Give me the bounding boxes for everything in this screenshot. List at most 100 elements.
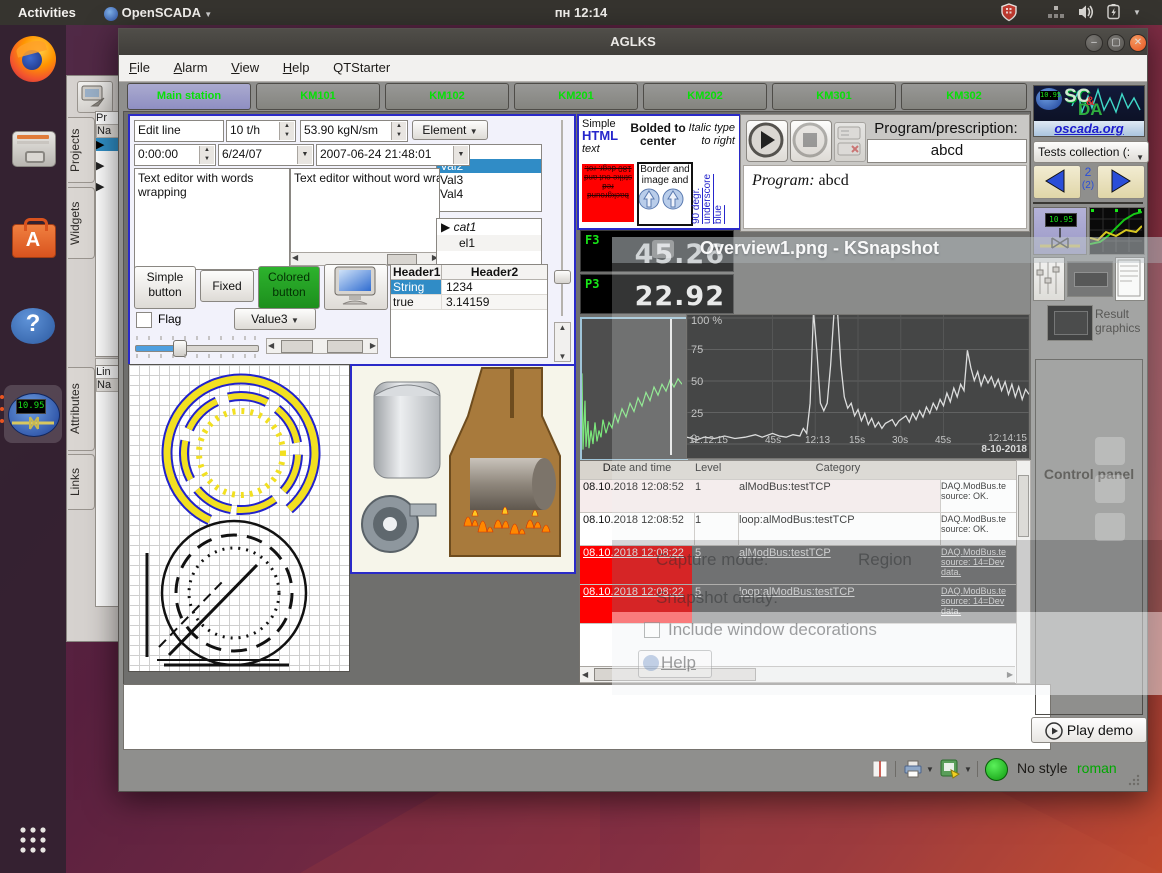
chevron-down-icon[interactable]: ▼ bbox=[1133, 0, 1141, 25]
tests-collection-combobox[interactable]: Tests collection (: ▼ bbox=[1033, 141, 1149, 163]
vector-figure-canvas[interactable] bbox=[128, 364, 350, 672]
pressure-spinbox[interactable]: 53.90 kgN/sm▲▼ bbox=[300, 120, 408, 142]
scroll-left-icon[interactable]: ◀ bbox=[292, 253, 298, 262]
ubuntu-software-icon[interactable]: A bbox=[12, 218, 54, 260]
alarm-level[interactable]: 1 bbox=[692, 480, 739, 513]
resize-grip[interactable] bbox=[1127, 773, 1141, 787]
window-titlebar[interactable]: AGLKS – ▢ ✕ bbox=[119, 29, 1147, 55]
table-cell-selected[interactable]: String bbox=[391, 280, 442, 294]
h-scrollbar[interactable]: ◀ ▶ bbox=[580, 666, 1015, 683]
v-scrollbar[interactable]: ▲ ▼ bbox=[554, 322, 571, 362]
chevron-down-icon[interactable]: ▼ bbox=[964, 765, 972, 774]
trend-small[interactable] bbox=[580, 317, 688, 461]
thumb-valve-widget[interactable]: 10.95 bbox=[1033, 207, 1087, 255]
col-header-date[interactable]: Date and time bbox=[580, 461, 695, 480]
tab-main-station[interactable]: Main station bbox=[127, 83, 251, 110]
tree-node-el1[interactable]: el1 bbox=[437, 235, 541, 251]
chevron-down-icon[interactable]: ▼ bbox=[453, 146, 468, 164]
tree-item-selected[interactable]: ▶ bbox=[96, 138, 119, 151]
slider-handle[interactable] bbox=[554, 270, 571, 284]
tree-node-cat1[interactable]: ▶ cat1 bbox=[437, 219, 541, 235]
time-spinbox[interactable]: 0:00:00▲▼ bbox=[134, 144, 216, 166]
user-status[interactable]: roman bbox=[1077, 760, 1117, 776]
scroll-left-icon[interactable]: ◀ bbox=[268, 341, 274, 350]
firefox-icon[interactable] bbox=[10, 36, 56, 82]
tab-km302[interactable]: KM302 bbox=[901, 83, 1027, 110]
play-demo-button[interactable]: Play demo bbox=[1031, 717, 1147, 743]
menu-alarm[interactable]: Alarm bbox=[164, 55, 218, 81]
app-menu[interactable]: OpenSCADA ▼ bbox=[104, 0, 212, 25]
thumb-document-widget[interactable] bbox=[1115, 257, 1145, 301]
oscada-logo[interactable]: 10.95 SC & DA oscada.org bbox=[1033, 85, 1145, 137]
date-combobox[interactable]: 6/24/07▼ bbox=[218, 144, 314, 166]
security-shield-icon[interactable] bbox=[1000, 3, 1018, 28]
tab-links[interactable]: Links bbox=[68, 454, 95, 510]
menu-file[interactable]: File bbox=[119, 55, 160, 81]
document-icon[interactable] bbox=[871, 759, 889, 779]
next-page-button[interactable] bbox=[1097, 165, 1145, 199]
checkbox-icon[interactable] bbox=[136, 312, 152, 328]
col-header[interactable]: Header1 bbox=[391, 265, 442, 279]
alarm-date[interactable]: 08.10.2018 12:08:52 bbox=[580, 480, 695, 513]
alarm-date-active[interactable]: 08.10.2018 12:08:22 bbox=[580, 585, 695, 624]
scrollbar-thumb[interactable] bbox=[281, 340, 313, 353]
flag-checkbox[interactable]: Flag bbox=[136, 312, 226, 330]
help-icon[interactable]: ? bbox=[11, 308, 55, 344]
alarm-category[interactable]: alModBus:testTCP bbox=[736, 480, 941, 513]
scroll-down-icon[interactable]: ▼ bbox=[555, 352, 570, 361]
thumb-result-graphics[interactable] bbox=[1047, 305, 1093, 341]
menu-qtstarter[interactable]: QTStarter bbox=[323, 55, 400, 81]
print-icon[interactable] bbox=[903, 759, 923, 779]
file-manager-icon[interactable] bbox=[12, 127, 54, 169]
tree-item[interactable]: ▶ bbox=[96, 159, 119, 172]
alarm-message[interactable]: DAQ.ModBus.te source: OK. bbox=[938, 513, 1018, 546]
boiler-mnemonic-image[interactable] bbox=[350, 364, 576, 574]
alarm-level[interactable]: 1 bbox=[692, 513, 739, 546]
alarm-date[interactable]: 08.10.2018 12:08:52 bbox=[580, 513, 695, 546]
scroll-left-icon[interactable]: ◀ bbox=[582, 670, 588, 679]
trend-main[interactable]: 100 % 75 50 25 0 12:12:15 45s 12:13 15s … bbox=[686, 314, 1030, 459]
value-combobox[interactable]: Value3 ▼ bbox=[234, 308, 316, 330]
spinner-arrows-icon[interactable]: ▲▼ bbox=[199, 146, 214, 164]
alarm-level[interactable]: 5 bbox=[692, 546, 739, 585]
scroll-right-icon[interactable]: ▶ bbox=[370, 341, 376, 350]
prev-page-button[interactable] bbox=[1033, 165, 1081, 199]
edit-line-input[interactable]: Edit line bbox=[134, 120, 224, 142]
result-graphics-label[interactable]: Result graphics bbox=[1095, 307, 1145, 335]
openscada-dock-icon[interactable]: 10.95 bbox=[4, 385, 62, 443]
spinner-arrows-icon[interactable]: ▲▼ bbox=[391, 122, 406, 140]
alarm-message[interactable]: DAQ.ModBus.te source: OK. bbox=[938, 480, 1018, 513]
flow-spinbox[interactable]: 10 t/h▲▼ bbox=[226, 120, 296, 142]
volume-icon[interactable] bbox=[1078, 4, 1095, 29]
table-cell[interactable]: 1234 bbox=[442, 280, 547, 294]
spinner-arrows-icon[interactable]: ▲▼ bbox=[279, 122, 294, 140]
col-header-category[interactable]: Category bbox=[736, 461, 941, 480]
export-icon[interactable] bbox=[939, 758, 961, 780]
tree-item[interactable]: ▶ bbox=[96, 180, 119, 193]
maximize-button[interactable]: ▢ bbox=[1107, 34, 1125, 52]
simple-button[interactable]: Simple button bbox=[134, 266, 196, 309]
v-scrollbar[interactable] bbox=[1016, 460, 1031, 684]
element-combobox[interactable]: Element ▼ bbox=[412, 120, 488, 140]
table-cell[interactable]: 3.14159 bbox=[442, 295, 547, 309]
vertical-slider[interactable] bbox=[554, 120, 570, 316]
col-header[interactable]: Header2 bbox=[442, 265, 547, 279]
scrollbar-thumb[interactable] bbox=[1018, 475, 1029, 537]
menu-view[interactable]: View bbox=[221, 55, 269, 81]
tab-km101[interactable]: KM101 bbox=[256, 83, 380, 110]
thumb-result-graph[interactable] bbox=[1089, 207, 1145, 255]
menu-help[interactable]: Help bbox=[273, 55, 320, 81]
alarm-category[interactable]: loop:alModBus:testTCP bbox=[736, 513, 941, 546]
tab-attributes[interactable]: Attributes bbox=[68, 367, 95, 451]
scroll-right-icon[interactable]: ▶ bbox=[1007, 670, 1013, 679]
alarm-message[interactable]: DAQ.ModBus.te source: 14=Dev data. bbox=[938, 585, 1018, 624]
col-header-level[interactable]: Level bbox=[692, 461, 739, 480]
stop-button[interactable] bbox=[790, 120, 832, 162]
alarm-level[interactable]: 5 bbox=[692, 585, 739, 624]
datetime-combobox[interactable]: 2007-06-24 21:48:01▼ bbox=[316, 144, 470, 166]
alarm-date-active[interactable]: 08.10.2018 12:08:22 bbox=[580, 546, 695, 585]
scroll-up-icon[interactable]: ▲ bbox=[555, 323, 570, 332]
scrollbar-thumb[interactable] bbox=[327, 340, 363, 353]
table-cell[interactable]: true bbox=[391, 295, 442, 309]
tab-km102[interactable]: KM102 bbox=[385, 83, 509, 110]
